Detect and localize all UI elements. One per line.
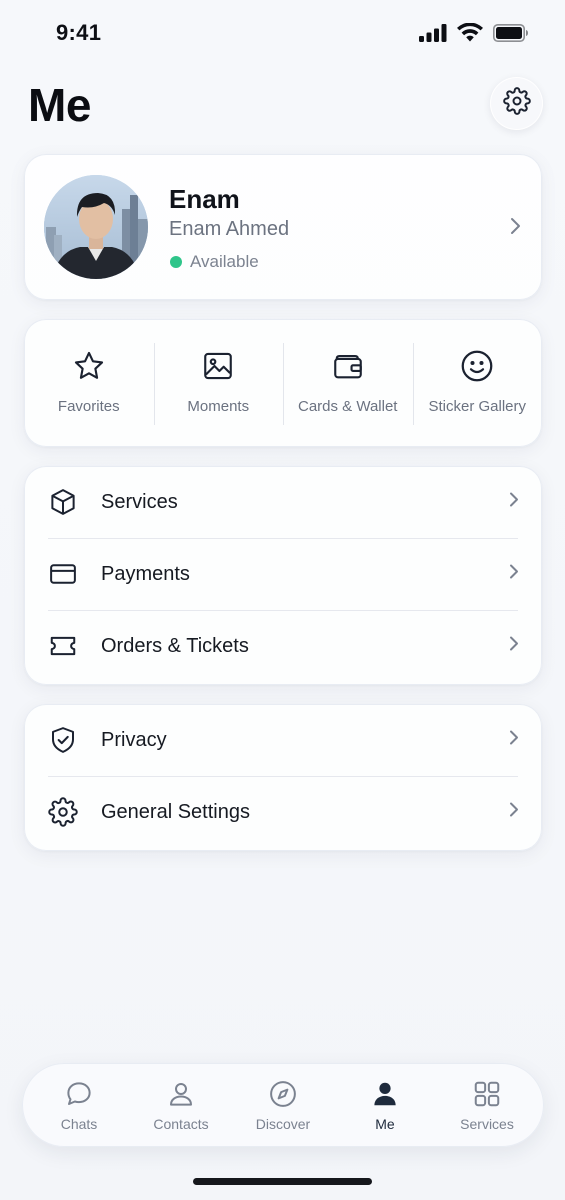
menu-item-privacy[interactable]: Privacy <box>24 704 542 776</box>
quick-action-label: Cards & Wallet <box>298 398 398 415</box>
quick-action-cards-wallet[interactable]: Cards & Wallet <box>283 319 413 447</box>
menu-item-services[interactable]: Services <box>24 466 542 538</box>
chevron-right-icon <box>508 801 520 824</box>
chevron-right-icon <box>508 216 522 241</box>
card-icon <box>47 558 79 590</box>
star-icon <box>72 348 106 384</box>
quick-actions-card: Favorites Moments Cards & Wallet Sticker… <box>24 319 542 447</box>
gear-icon <box>502 87 531 120</box>
profile-card[interactable]: Enam Enam Ahmed Available <box>24 154 542 300</box>
person-icon <box>370 1078 400 1110</box>
profile-name: Enam <box>169 184 240 214</box>
menu-item-orders-tickets[interactable]: Orders & Tickets <box>24 610 542 682</box>
menu-item-label: Orders & Tickets <box>101 634 249 657</box>
tab-chats[interactable]: Chats <box>31 1078 127 1132</box>
status-dot <box>170 256 182 268</box>
tab-label: Discover <box>255 1116 311 1132</box>
home-indicator[interactable] <box>193 1178 372 1185</box>
status-time: 9:41 <box>56 20 102 45</box>
avatar <box>44 175 148 279</box>
chevron-right-icon <box>508 563 520 586</box>
menu-group-1: Services Payments Orders & Tickets <box>24 466 542 685</box>
quick-action-sticker-gallery[interactable]: Sticker Gallery <box>412 319 543 447</box>
chevron-right-icon <box>508 729 520 752</box>
box-icon <box>47 486 79 518</box>
tab-label: Chats <box>60 1116 98 1132</box>
gear-icon <box>47 796 79 828</box>
compass-icon <box>268 1078 298 1110</box>
page-title: Me <box>28 79 91 131</box>
image-icon <box>201 348 235 384</box>
menu-item-label: General Settings <box>101 800 250 823</box>
smiley-icon <box>459 348 495 384</box>
tab-services[interactable]: Services <box>439 1078 535 1132</box>
quick-action-favorites[interactable]: Favorites <box>24 319 154 447</box>
grid-icon <box>472 1078 502 1110</box>
menu-item-payments[interactable]: Payments <box>24 538 542 610</box>
wallet-icon <box>331 348 365 384</box>
profile-full-name: Enam Ahmed <box>169 218 290 240</box>
ticket-icon <box>47 630 79 662</box>
wifi-icon <box>457 23 483 42</box>
menu-item-label: Privacy <box>101 728 167 751</box>
cellular-signal-icon <box>419 23 447 42</box>
quick-action-label: Moments <box>187 398 250 415</box>
settings-button[interactable] <box>490 77 543 130</box>
tab-contacts[interactable]: Contacts <box>133 1078 229 1132</box>
battery-icon <box>493 23 529 42</box>
shield-check-icon <box>47 724 79 756</box>
quick-action-label: Sticker Gallery <box>428 398 527 415</box>
menu-item-label: Services <box>101 490 178 513</box>
tab-label: Me <box>375 1116 395 1132</box>
chevron-right-icon <box>508 635 520 658</box>
tab-label: Contacts <box>153 1116 209 1132</box>
status-icons <box>419 23 529 42</box>
quick-action-moments[interactable]: Moments <box>153 319 284 447</box>
tab-bar: Chats Contacts Discover Me Services <box>22 1063 544 1147</box>
quick-action-label: Favorites <box>57 398 120 415</box>
status-text: Available <box>190 252 259 271</box>
chat-bubble-icon <box>64 1078 94 1110</box>
tab-me[interactable]: Me <box>337 1078 433 1132</box>
tab-label: Services <box>460 1116 514 1132</box>
menu-item-general-settings[interactable]: General Settings <box>24 776 542 848</box>
contacts-icon <box>166 1078 196 1110</box>
chevron-right-icon <box>508 491 520 514</box>
status-bar: 9:41 <box>0 0 565 70</box>
tab-discover[interactable]: Discover <box>235 1078 331 1132</box>
menu-item-label: Payments <box>101 562 190 585</box>
menu-group-2: Privacy General Settings <box>24 704 542 851</box>
